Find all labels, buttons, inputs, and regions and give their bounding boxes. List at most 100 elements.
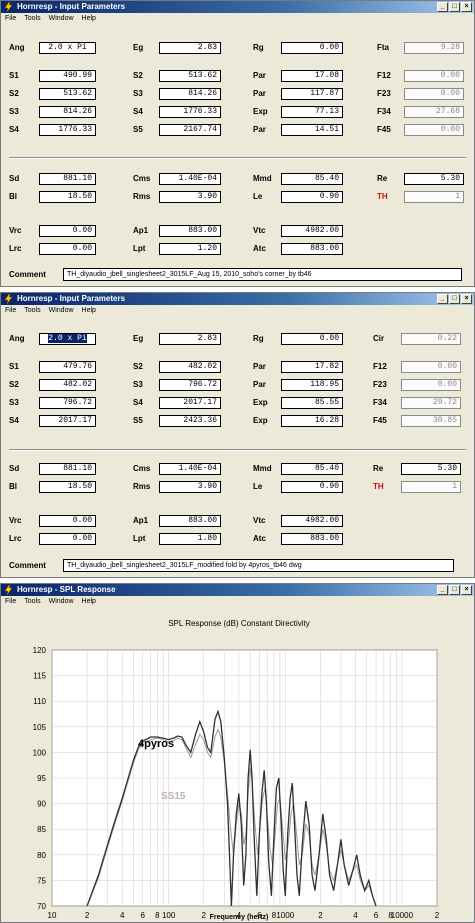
re-field[interactable]: 5.30 — [404, 173, 464, 185]
ang-field[interactable]: 2.0 x Pi — [39, 42, 96, 54]
ap1-field[interactable]: 883.00 — [159, 225, 221, 237]
lrc-field[interactable]: 0.00 — [39, 243, 96, 255]
menu-tools[interactable]: Tools — [24, 596, 40, 607]
menu-tools[interactable]: Tools — [24, 13, 40, 24]
menu-help[interactable]: Help — [82, 596, 96, 607]
ap1-field[interactable]: 883.00 — [159, 515, 221, 527]
label-par-3: Par — [253, 125, 266, 134]
menu-bar: File Tools Window Help — [1, 305, 474, 316]
mmd-field[interactable]: 85.40 — [281, 173, 343, 185]
vrc-field[interactable]: 0.00 — [39, 515, 96, 527]
maximize-icon[interactable]: □ — [449, 294, 460, 304]
exp-1-field[interactable]: 85.55 — [281, 397, 343, 409]
atc-field[interactable]: 883.00 — [281, 533, 343, 545]
title-bar[interactable]: Hornresp - Input Parameters _ □ × — [1, 1, 474, 13]
label-le: Le — [253, 192, 263, 201]
comment-field[interactable]: TH_diyaudio_jbell_singlesheet2_3015LF_mo… — [63, 559, 454, 572]
label-vtc: Vtc — [253, 226, 266, 235]
menu-help[interactable]: Help — [82, 305, 96, 316]
par-2-field[interactable]: 117.87 — [281, 88, 343, 100]
label-bl: Bl — [9, 192, 17, 201]
s2-field[interactable]: 482.02 — [159, 361, 221, 373]
minimize-icon[interactable]: _ — [437, 2, 448, 12]
y-tick-label: 85 — [37, 825, 46, 834]
atc-field[interactable]: 883.00 — [281, 243, 343, 255]
lpt-field[interactable]: 1.20 — [159, 243, 221, 255]
minimize-icon[interactable]: _ — [437, 585, 448, 595]
x-tick-label: 6 — [374, 911, 379, 920]
s4-field[interactable]: 1776.33 — [159, 106, 221, 118]
s2-row-field[interactable]: 513.62 — [39, 88, 96, 100]
s5-field[interactable]: 2167.74 — [159, 124, 221, 136]
lrc-field[interactable]: 0.00 — [39, 533, 96, 545]
comment-field[interactable]: TH_diyaudio_jbell_singlesheet2_3015LF_Au… — [63, 268, 462, 281]
label-f45: F45 — [373, 416, 387, 425]
vtc-field[interactable]: 4982.00 — [281, 225, 343, 237]
exp-field[interactable]: 77.13 — [281, 106, 343, 118]
label-exp: Exp — [253, 107, 268, 116]
s4-row-field[interactable]: 2017.17 — [39, 415, 96, 427]
label-s3-row: S3 — [9, 398, 19, 407]
ang-field[interactable]: 2.0 x Pi — [39, 333, 96, 345]
maximize-icon[interactable]: □ — [449, 585, 460, 595]
rms-field[interactable]: 3.90 — [159, 191, 221, 203]
sd-field[interactable]: 881.10 — [39, 463, 96, 475]
label-exp-2: Exp — [253, 416, 268, 425]
eg-field[interactable]: 2.83 — [159, 333, 221, 345]
s3-field[interactable]: 814.26 — [159, 88, 221, 100]
minimize-icon[interactable]: _ — [437, 294, 448, 304]
eg-field[interactable]: 2.83 — [159, 42, 221, 54]
close-icon[interactable]: × — [461, 294, 472, 304]
menu-window[interactable]: Window — [49, 596, 74, 607]
cms-field[interactable]: 1.40E-04 — [159, 463, 221, 475]
s2-row-field[interactable]: 482.02 — [39, 379, 96, 391]
par-3-field[interactable]: 14.51 — [281, 124, 343, 136]
menu-file[interactable]: File — [5, 305, 16, 316]
s4-row-field[interactable]: 1776.33 — [39, 124, 96, 136]
label-s5: S5 — [133, 416, 143, 425]
s3-row-field[interactable]: 814.26 — [39, 106, 96, 118]
vrc-field[interactable]: 0.00 — [39, 225, 96, 237]
s1-field[interactable]: 479.76 — [39, 361, 96, 373]
s3-row-field[interactable]: 796.72 — [39, 397, 96, 409]
f34-field: 27.68 — [404, 106, 464, 118]
sd-field[interactable]: 881.10 — [39, 173, 96, 185]
rg-field[interactable]: 0.00 — [281, 42, 343, 54]
le-field[interactable]: 0.90 — [281, 191, 343, 203]
lpt-field[interactable]: 1.80 — [159, 533, 221, 545]
par-1-field[interactable]: 17.08 — [281, 70, 343, 82]
par-2-field[interactable]: 118.95 — [281, 379, 343, 391]
vtc-field[interactable]: 4982.00 — [281, 515, 343, 527]
title-bar[interactable]: Hornresp - SPL Response _ □ × — [1, 584, 474, 596]
bl-field[interactable]: 18.50 — [39, 191, 96, 203]
menu-window[interactable]: Window — [49, 305, 74, 316]
menu-tools[interactable]: Tools — [24, 305, 40, 316]
mmd-field[interactable]: 85.40 — [281, 463, 343, 475]
cms-field[interactable]: 1.40E-04 — [159, 173, 221, 185]
s4-field[interactable]: 2017.17 — [159, 397, 221, 409]
title-bar[interactable]: Hornresp - Input Parameters _ □ × — [1, 293, 474, 305]
s1-field[interactable]: 490.99 — [39, 70, 96, 82]
close-icon[interactable]: × — [461, 2, 472, 12]
bl-field[interactable]: 18.50 — [39, 481, 96, 493]
close-icon[interactable]: × — [461, 585, 472, 595]
par-1-field[interactable]: 17.82 — [281, 361, 343, 373]
maximize-icon[interactable]: □ — [449, 2, 460, 12]
le-field[interactable]: 0.90 — [281, 481, 343, 493]
rms-field[interactable]: 3.90 — [159, 481, 221, 493]
label-f23: F23 — [377, 89, 391, 98]
label-re: Re — [377, 174, 388, 183]
re-field[interactable]: 5.30 — [401, 463, 461, 475]
x-tick-label: 2 — [318, 911, 323, 920]
menu-window[interactable]: Window — [49, 13, 74, 24]
s2-field[interactable]: 513.62 — [159, 70, 221, 82]
s5-field[interactable]: 2423.36 — [159, 415, 221, 427]
label-rg: Rg — [253, 43, 264, 52]
menu-help[interactable]: Help — [82, 13, 96, 24]
rg-field[interactable]: 0.00 — [281, 333, 343, 345]
s3-field[interactable]: 796.72 — [159, 379, 221, 391]
exp-2-field[interactable]: 16.28 — [281, 415, 343, 427]
menu-file[interactable]: File — [5, 596, 16, 607]
y-tick-label: 100 — [33, 748, 47, 757]
menu-file[interactable]: File — [5, 13, 16, 24]
